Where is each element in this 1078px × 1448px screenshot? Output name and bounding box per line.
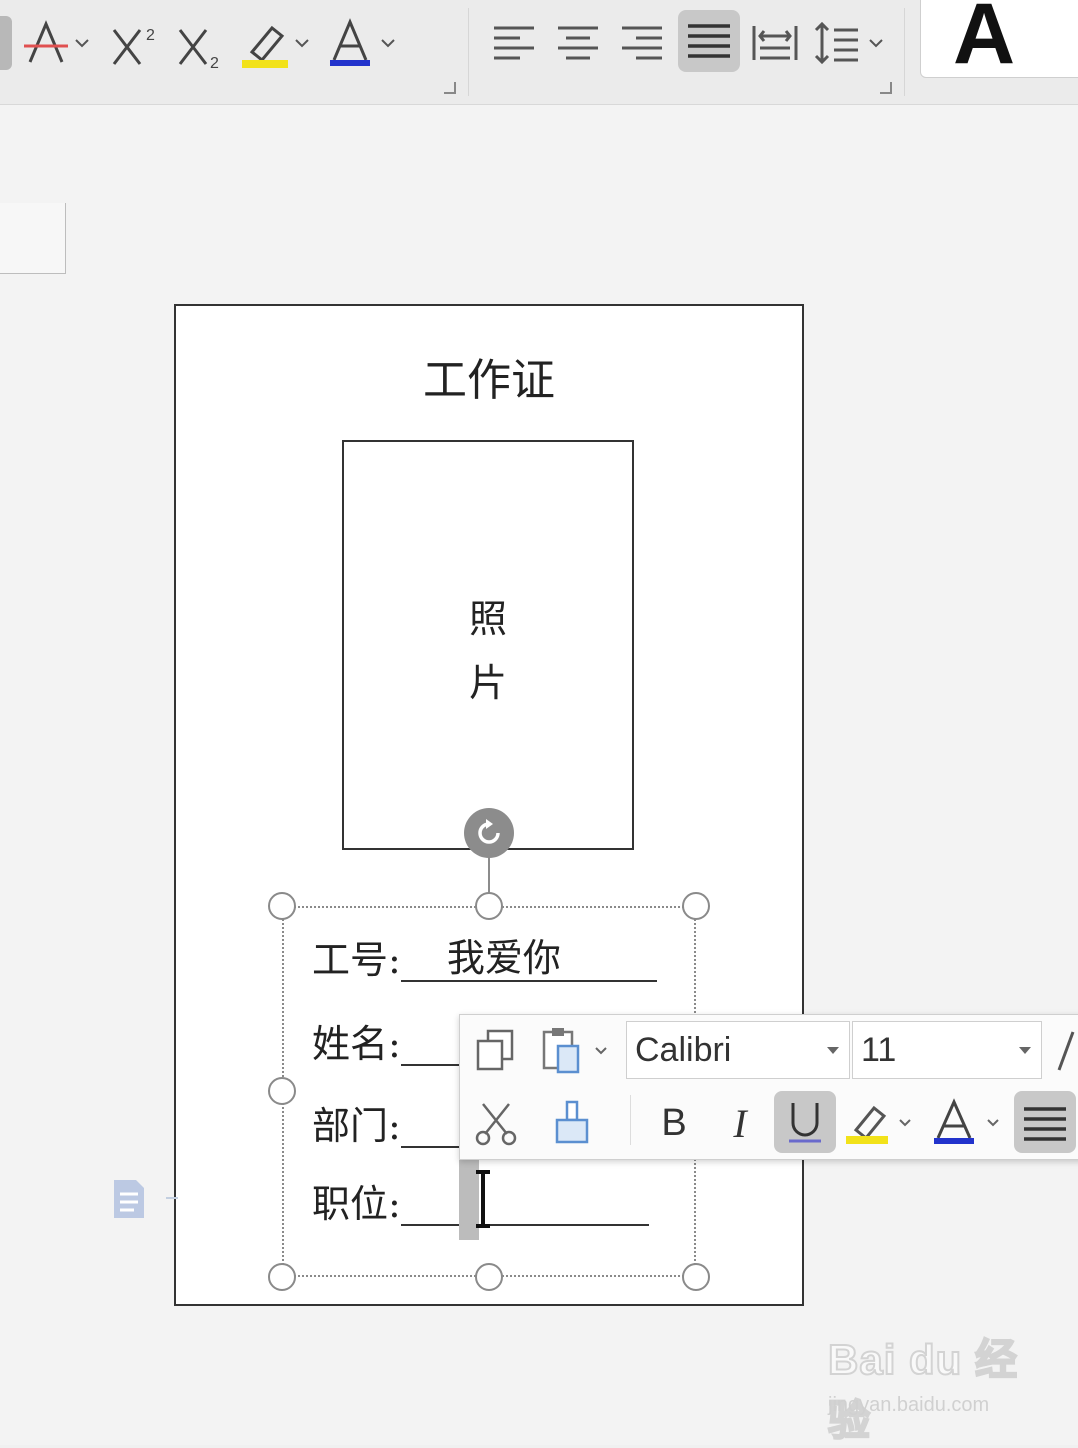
underline-icon xyxy=(789,1103,821,1143)
watermark-logo-text: Bai du 经验 xyxy=(827,1335,1019,1445)
field-employee-id[interactable]: 工号: 我爱你 xyxy=(312,930,657,982)
card-title: 工作证 xyxy=(423,355,555,406)
resize-handle-top-right[interactable] xyxy=(682,892,710,920)
baidu-jingyan-watermark: Bai du 经验 jingyan.baidu.com xyxy=(827,1326,1028,1445)
italic-button[interactable]: I xyxy=(714,1095,766,1151)
svg-text:2: 2 xyxy=(210,55,219,72)
field-label: 姓名: xyxy=(312,1022,401,1066)
field-label: 职位: xyxy=(312,1182,401,1226)
margin-tick xyxy=(166,1197,178,1199)
justify-button[interactable] xyxy=(678,10,740,72)
underline-button[interactable] xyxy=(774,1091,836,1153)
field-value[interactable]: 我爱你 xyxy=(400,936,657,982)
style-preview-button[interactable]: A xyxy=(920,0,1078,78)
resize-handle-bottom[interactable] xyxy=(475,1263,503,1291)
paste-button[interactable] xyxy=(540,1023,612,1079)
copy-button[interactable] xyxy=(470,1023,522,1079)
justify-icon xyxy=(1024,1107,1066,1141)
distributed-icon xyxy=(752,26,798,60)
line-spacing-icon xyxy=(814,21,883,65)
format-painter-button[interactable] xyxy=(546,1095,598,1151)
align-right-icon xyxy=(622,26,662,60)
field-label: 部门: xyxy=(312,1104,401,1148)
highlight-button[interactable] xyxy=(238,14,312,72)
resize-handle-left[interactable] xyxy=(268,1077,296,1105)
svg-text:2: 2 xyxy=(146,27,155,44)
grow-font-button[interactable] xyxy=(1048,1023,1078,1079)
field-value[interactable] xyxy=(400,1224,649,1226)
ribbon-toolbar: 2 2 A xyxy=(0,0,1078,105)
rotate-connector xyxy=(488,856,490,894)
align-left-button[interactable] xyxy=(488,14,542,72)
previous-page-edge xyxy=(0,203,66,274)
style-preview-label: A xyxy=(953,0,1016,82)
font-name-select[interactable]: Calibri xyxy=(626,1021,850,1079)
chevron-down-icon xyxy=(827,1046,839,1054)
highlight-icon xyxy=(846,1105,911,1144)
align-left-icon xyxy=(494,26,534,60)
paragraph-mark-icon[interactable] xyxy=(108,1178,148,1220)
align-right-button[interactable] xyxy=(616,14,670,72)
rotate-icon xyxy=(478,819,500,844)
cut-button[interactable] xyxy=(470,1095,522,1151)
resize-handle-bottom-left[interactable] xyxy=(268,1263,296,1291)
ribbon-scroll-tab[interactable] xyxy=(0,16,12,70)
superscript-button[interactable]: 2 xyxy=(108,14,164,72)
superscript-icon: 2 xyxy=(112,27,155,65)
distributed-button[interactable] xyxy=(748,14,802,72)
ribbon-separator xyxy=(904,8,905,96)
resize-handle-top-left[interactable] xyxy=(268,892,296,920)
paragraph-group-launcher[interactable] xyxy=(880,82,892,94)
copy-icon xyxy=(476,1029,514,1071)
align-center-icon xyxy=(558,26,598,60)
text-cursor-icon xyxy=(476,1170,490,1228)
toolbar-separator xyxy=(630,1095,631,1145)
photo-placeholder[interactable]: 照 片 xyxy=(342,440,634,850)
field-label: 工号: xyxy=(312,938,401,982)
subscript-icon: 2 xyxy=(178,29,219,72)
justify-icon xyxy=(688,24,730,58)
strikethrough-icon xyxy=(24,20,89,63)
align-center-button[interactable] xyxy=(552,14,606,72)
subscript-button[interactable]: 2 xyxy=(174,14,230,72)
photo-label-line1: 照 xyxy=(468,597,507,641)
paste-icon xyxy=(542,1028,607,1074)
font-color-icon xyxy=(934,1098,999,1144)
photo-label: 照 片 xyxy=(344,587,632,715)
justify-button-mini[interactable] xyxy=(1014,1091,1076,1153)
grow-font-icon xyxy=(1057,1031,1075,1071)
bold-button[interactable]: B xyxy=(648,1095,700,1151)
resize-handle-bottom-right[interactable] xyxy=(682,1263,710,1291)
chevron-down-icon xyxy=(1019,1046,1031,1054)
ribbon-separator xyxy=(468,8,469,96)
highlight-button-mini[interactable] xyxy=(844,1095,918,1151)
font-color-button-mini[interactable] xyxy=(932,1095,1006,1151)
font-color-button[interactable] xyxy=(326,14,400,72)
font-size-value: 11 xyxy=(861,1030,897,1069)
font-group-launcher[interactable] xyxy=(444,82,456,94)
floating-format-toolbar: Calibri 11 B I xyxy=(459,1014,1078,1160)
strikethrough-button[interactable] xyxy=(22,14,92,72)
font-size-select[interactable]: 11 xyxy=(852,1021,1042,1079)
photo-label-line2: 片 xyxy=(468,661,507,705)
highlight-icon xyxy=(242,25,309,68)
font-name-value: Calibri xyxy=(635,1030,732,1069)
resize-handle-top[interactable] xyxy=(475,892,503,920)
watermark-url: jingyan.baidu.com xyxy=(828,1394,990,1416)
scissors-icon xyxy=(475,1103,517,1146)
font-color-icon xyxy=(330,18,395,66)
format-painter-icon xyxy=(555,1100,589,1144)
rotate-handle[interactable] xyxy=(464,808,514,858)
line-spacing-button[interactable] xyxy=(812,14,890,72)
